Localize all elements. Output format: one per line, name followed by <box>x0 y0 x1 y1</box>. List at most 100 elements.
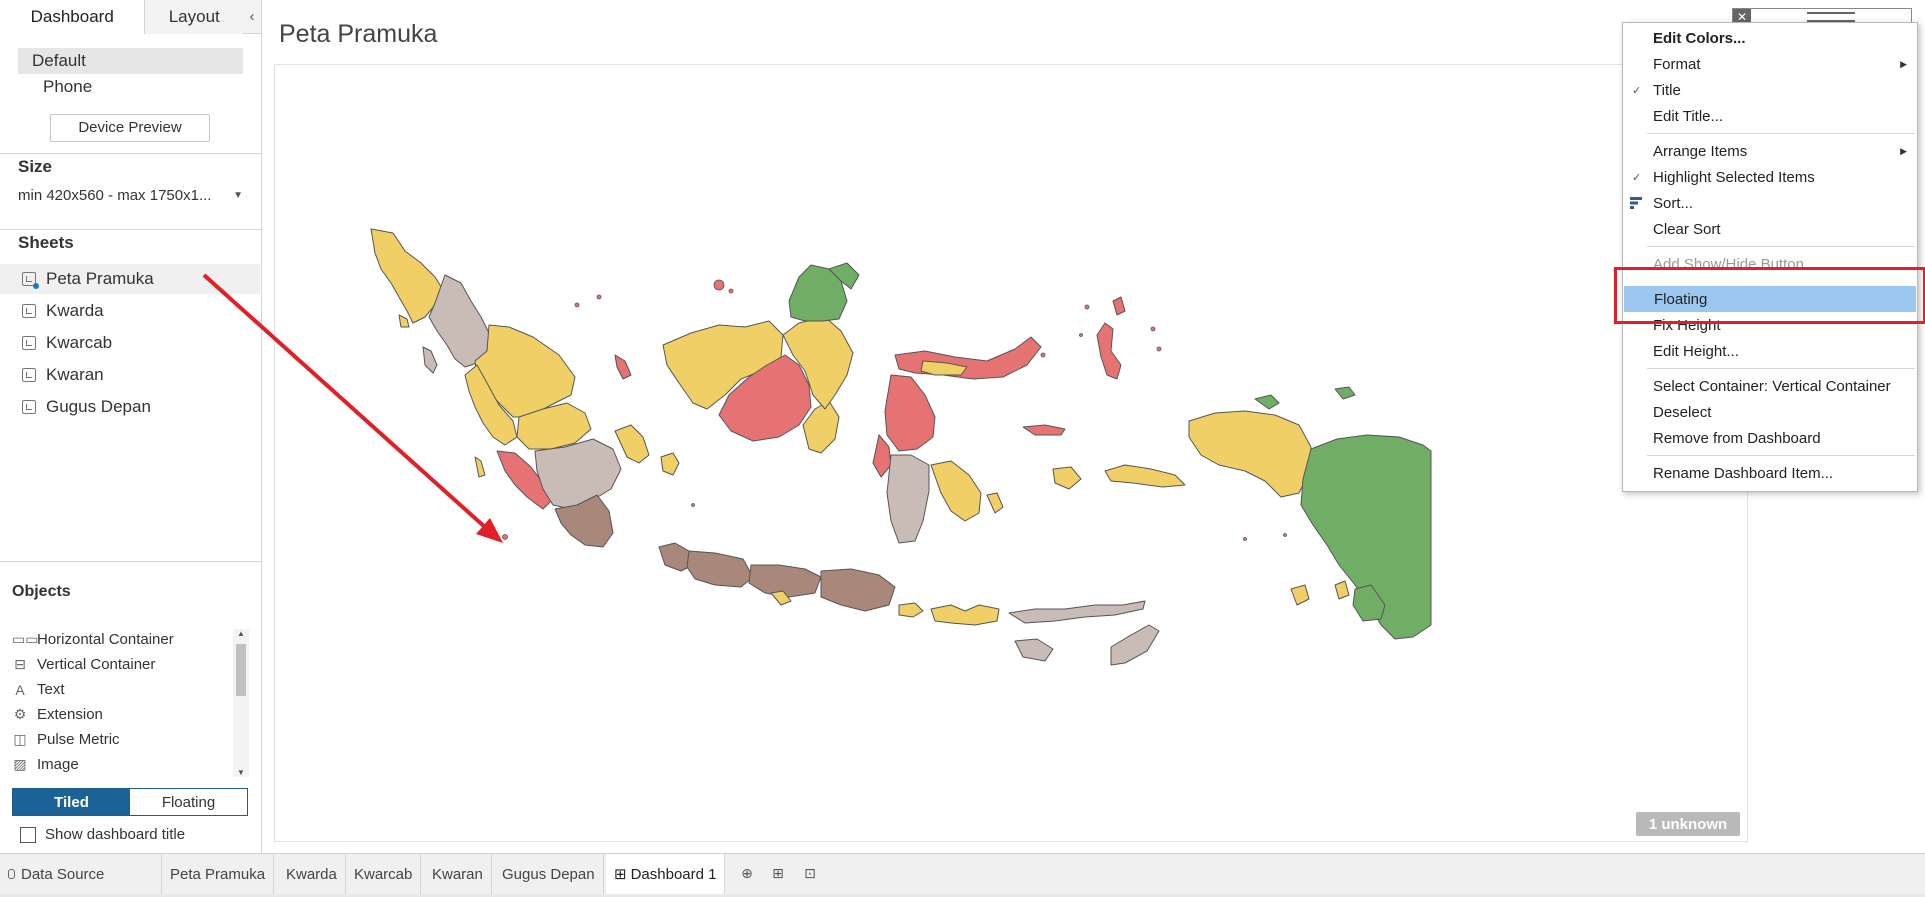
indonesia-map[interactable] <box>275 65 1749 843</box>
floating-button[interactable]: Floating <box>130 789 247 815</box>
region-simeulue[interactable] <box>398 314 410 328</box>
menu-item-remove-from-dashboard[interactable]: Remove from Dashboard <box>1623 425 1917 451</box>
menu-label: Format <box>1653 55 1701 73</box>
menu-item-sort[interactable]: Sort... <box>1623 190 1917 216</box>
region-ntt[interactable] <box>1008 600 1146 624</box>
menu-item-arrange-items[interactable]: Arrange Items ▶ <box>1623 138 1917 164</box>
region-southeast-sulawesi[interactable] <box>930 460 982 522</box>
menu-item-edit-height[interactable]: Edit Height... <box>1623 338 1917 364</box>
tab-dashboard-1[interactable]: ⊞ Dashboard 1 <box>606 854 726 894</box>
map-view[interactable] <box>274 64 1748 842</box>
region-timor[interactable] <box>1110 624 1160 666</box>
tab-layout[interactable]: Layout <box>145 0 244 34</box>
tab-gugus-depan[interactable]: Gugus Depan <box>494 854 604 894</box>
region-buru[interactable] <box>1052 466 1082 490</box>
sheet-item-gugus-depan[interactable]: Gugus Depan <box>0 392 260 422</box>
dashboard-title[interactable]: Peta Pramuka <box>279 20 437 49</box>
object-image[interactable]: ▨ Image <box>12 752 250 777</box>
tab-dashboard[interactable]: Dashboard <box>0 0 146 34</box>
context-menu: Edit Colors... Format ▶ ✓ Title Edit Title… <box>1622 22 1918 492</box>
device-preview-button[interactable]: Device Preview <box>50 114 210 142</box>
unknown-values-badge[interactable]: 1 unknown <box>1636 812 1740 836</box>
show-title-checkbox[interactable] <box>20 826 36 843</box>
chevron-down-icon: ▼ <box>233 189 243 201</box>
device-default[interactable]: Default <box>18 48 243 74</box>
tab-data-source[interactable]: Data Source <box>0 854 162 894</box>
region-riau-islands[interactable] <box>614 354 632 380</box>
objects-list: ▭▭ Horizontal Container ⊟ Vertical Conta… <box>12 627 250 779</box>
new-worksheet-icon[interactable]: ⊕ <box>737 864 757 882</box>
scroll-up-icon[interactable]: ▲ <box>237 629 245 638</box>
new-dashboard-icon[interactable]: ⊞ <box>768 864 788 882</box>
new-story-icon[interactable]: ⊡ <box>800 864 820 882</box>
menu-item-clear-sort[interactable]: Clear Sort <box>1623 216 1917 242</box>
sheet-item-kwarda[interactable]: Kwarda <box>0 296 260 326</box>
device-phone[interactable]: Phone <box>18 74 243 100</box>
menu-item-title[interactable]: ✓ Title <box>1623 77 1917 103</box>
menu-label: Edit Title... <box>1653 107 1724 125</box>
menu-item-rename-dashboard-item[interactable]: Rename Dashboard Item... <box>1623 460 1917 486</box>
menu-item-edit-title[interactable]: Edit Title... <box>1623 103 1917 129</box>
menu-item-edit-colors[interactable]: Edit Colors... <box>1623 25 1917 51</box>
menu-label: Edit Height... <box>1653 342 1739 360</box>
region-north-sulawesi[interactable] <box>894 336 1042 380</box>
sheet-item-peta-pramuka[interactable]: Peta Pramuka <box>0 264 260 294</box>
region-central-java[interactable] <box>748 564 822 598</box>
objects-scrollbar[interactable]: ▲ ▼ <box>233 629 249 777</box>
region-bangka[interactable] <box>614 424 650 464</box>
tiled-button[interactable]: Tiled <box>13 789 130 815</box>
submenu-arrow-icon: ▶ <box>1900 58 1907 69</box>
sheet-icon <box>22 272 39 289</box>
menu-item-deselect[interactable]: Deselect <box>1623 399 1917 425</box>
data-source-icon <box>8 869 15 879</box>
object-text[interactable]: A Text <box>12 677 250 702</box>
sheet-item-kwarcab[interactable]: Kwarcab <box>0 328 260 358</box>
menu-item-format[interactable]: Format ▶ <box>1623 51 1917 77</box>
region-bali[interactable] <box>898 602 924 618</box>
region-west-java[interactable] <box>686 550 754 588</box>
object-extension[interactable]: ⚙ Extension <box>12 702 250 727</box>
region-south-sulawesi[interactable] <box>886 454 930 544</box>
drag-handle-icon[interactable] <box>1807 12 1855 22</box>
region-sumba[interactable] <box>1014 638 1054 662</box>
region-tanimbar[interactable] <box>1290 584 1310 606</box>
region-aru[interactable] <box>1334 580 1350 600</box>
sheet-item-kwaran[interactable]: Kwaran <box>0 360 260 390</box>
text-icon: A <box>15 681 25 698</box>
collapse-panel-icon[interactable]: ‹ <box>243 0 261 33</box>
tab-kwarcab[interactable]: Kwarcab <box>346 854 422 894</box>
object-horizontal-container[interactable]: ▭▭ Horizontal Container <box>12 627 250 652</box>
size-section-title: Size <box>18 157 53 176</box>
region-mentawai[interactable] <box>474 456 486 478</box>
scroll-down-icon[interactable]: ▼ <box>237 768 245 777</box>
menu-item-highlight-selected[interactable]: ✓ Highlight Selected Items <box>1623 164 1917 190</box>
object-label: Horizontal Container <box>37 631 174 648</box>
object-pulse-metric[interactable]: ◫ Pulse Metric <box>12 727 250 752</box>
sheet-icon <box>22 304 36 318</box>
size-dropdown[interactable]: min 420x560 - max 1750x1... ▼ <box>18 184 243 206</box>
region-north-maluku[interactable] <box>1096 322 1122 380</box>
region-sula[interactable] <box>1022 424 1066 436</box>
region-central-sulawesi[interactable] <box>884 374 936 452</box>
sheet-label: Peta Pramuka <box>46 269 154 288</box>
sheet-label: Kwarcab <box>46 333 113 352</box>
region-nias[interactable] <box>422 346 438 374</box>
show-dashboard-title-option[interactable]: Show dashboard title <box>20 826 185 843</box>
region-buton[interactable] <box>986 492 1004 514</box>
tab-kwarda[interactable]: Kwarda <box>278 854 346 894</box>
region-west-papua[interactable] <box>1188 410 1312 498</box>
menu-item-select-container[interactable]: Select Container: Vertical Container <box>1623 373 1917 399</box>
region-morotai[interactable] <box>1112 296 1126 316</box>
region-seram[interactable] <box>1104 464 1186 488</box>
tab-kwaran[interactable]: Kwaran <box>424 854 492 894</box>
region-ntb[interactable] <box>930 604 1000 626</box>
region-raja-ampat[interactable] <box>1254 394 1280 410</box>
object-vertical-container[interactable]: ⊟ Vertical Container <box>12 652 250 677</box>
menu-label: Select Container: Vertical Container <box>1653 377 1891 395</box>
scrollbar-thumb[interactable] <box>236 644 246 696</box>
region-belitung[interactable] <box>660 452 680 476</box>
region-biak[interactable] <box>1334 386 1356 400</box>
region-west-sulawesi[interactable] <box>872 434 892 478</box>
tab-peta-pramuka[interactable]: Peta Pramuka <box>162 854 275 894</box>
region-east-java[interactable] <box>820 568 896 612</box>
